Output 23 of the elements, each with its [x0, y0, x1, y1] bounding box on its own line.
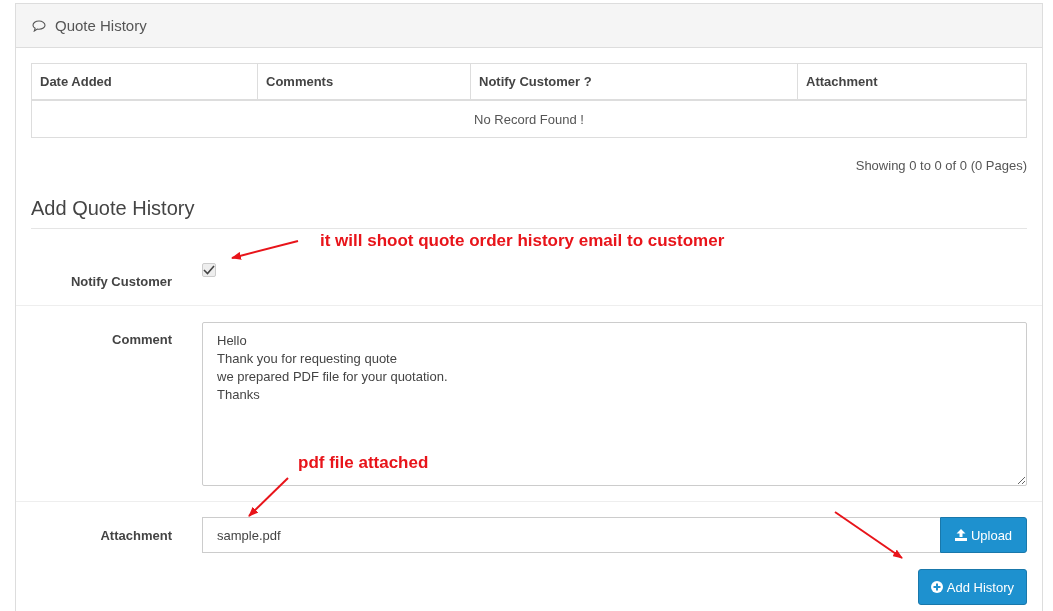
field-label: Comment	[111, 332, 173, 349]
arrow	[231, 240, 299, 260]
column-header: Date Added	[31, 63, 258, 100]
section-title: Add Quote History	[31, 197, 1027, 229]
upload-button[interactable]: Upload	[940, 517, 1027, 553]
upload-icon	[954, 529, 967, 541]
plus-circle-icon	[930, 581, 943, 593]
speech-bubble-icon	[32, 19, 46, 32]
field-label: Notify Customer	[69, 274, 173, 289]
add-history-button[interactable]: Add History	[917, 569, 1027, 605]
arrow	[834, 511, 903, 559]
arrow	[248, 477, 289, 517]
annotation-text: pdf file attached	[298, 453, 429, 473]
panel-title: Quote History	[55, 17, 147, 34]
notify-checkbox[interactable]	[202, 263, 216, 277]
attachment-field[interactable]: sample.pdf	[202, 517, 940, 553]
field-label: Attachment	[99, 528, 173, 545]
column-header: Notify Customer ?	[470, 63, 798, 100]
annotation-text: it will shoot quote order history email to customer	[320, 231, 725, 251]
pagination-text: Showing 0 to 0 of 0 (0 Pages)	[855, 158, 1027, 173]
column-header: Attachment	[797, 63, 1027, 100]
column-header: Comments	[257, 63, 471, 100]
empty-message: No Record Found !	[31, 100, 1027, 138]
